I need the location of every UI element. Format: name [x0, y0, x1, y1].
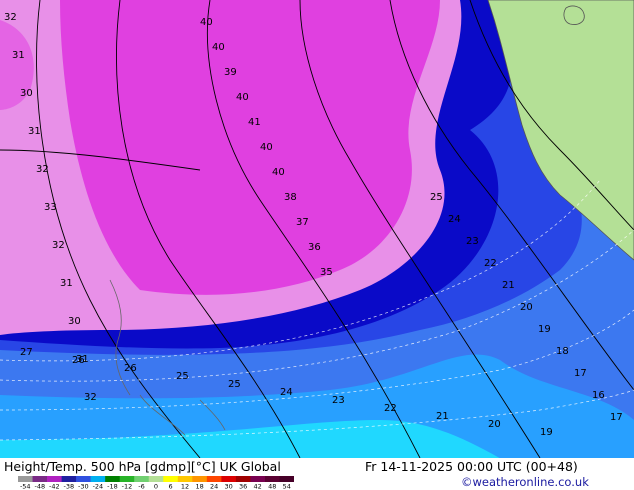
legend-swatch — [105, 476, 120, 482]
contour-label: 20 — [488, 419, 501, 430]
legend-tick-label: -38 — [64, 483, 75, 490]
color-scale-legend: -54 -48 -42 -38 -30 -24 -18 -12 -6 0 6 12 18 24 30 36 42… — [18, 476, 294, 489]
legend-tick-label: 6 — [168, 483, 172, 490]
contour-label: 24 — [448, 214, 461, 225]
legend-tick-label: -30 — [78, 483, 89, 490]
contour-label: 17 — [574, 368, 587, 379]
legend-swatch — [90, 476, 106, 482]
legend-swatch — [235, 476, 251, 482]
contour-label: 30 — [20, 88, 33, 99]
contour-label: 21 — [436, 411, 449, 422]
legend-tick-label: 36 — [239, 483, 247, 490]
legend-swatch — [221, 476, 237, 482]
contour-label: 32 — [36, 164, 49, 175]
contour-label: 40 — [212, 42, 225, 53]
contour-label: 31 — [60, 278, 73, 289]
contour-label: 23 — [332, 395, 345, 406]
legend-swatch — [119, 476, 135, 482]
contour-label: 37 — [296, 217, 309, 228]
contour-label: 25 — [176, 371, 189, 382]
legend-tick-label: 0 — [154, 483, 158, 490]
contour-label: 40 — [200, 17, 213, 28]
contour-label: 18 — [556, 346, 569, 357]
contour-label: 30 — [68, 316, 81, 327]
legend-swatch — [148, 476, 164, 482]
legend-tick-label: -42 — [49, 483, 60, 490]
legend-swatch — [163, 476, 179, 482]
contour-label: 41 — [248, 117, 261, 128]
legend-swatch — [76, 476, 91, 482]
contour-label: 35 — [320, 267, 333, 278]
weather-map: 3231303132333231303132404039404140403837… — [0, 0, 634, 458]
contour-label: 20 — [520, 302, 533, 313]
legend-tick-label: -54 — [20, 483, 31, 490]
contour-label: 26 — [124, 363, 137, 374]
footer-bar: Height/Temp. 500 hPa [gdmp][°C] UK Globa… — [0, 458, 634, 490]
legend-swatch — [47, 476, 62, 482]
legend-swatch — [206, 476, 222, 482]
contour-label: 32 — [52, 240, 65, 251]
contour-label: 24 — [280, 387, 293, 398]
contour-label: 16 — [592, 390, 605, 401]
contour-label: 21 — [502, 280, 515, 291]
legend-swatch — [264, 476, 280, 482]
legend-tick-label: 18 — [195, 483, 203, 490]
legend-swatch — [61, 476, 77, 482]
legend-tick-label: 48 — [268, 483, 276, 490]
contour-label: 17 — [610, 412, 623, 423]
contour-label: 40 — [236, 92, 249, 103]
legend-tick-label: -12 — [122, 483, 133, 490]
legend-swatch — [134, 476, 150, 482]
contour-label: 31 — [28, 126, 41, 137]
map-datetime: Fr 14-11-2025 00:00 UTC (00+48) — [365, 459, 578, 474]
contour-label: 38 — [284, 192, 297, 203]
legend-tick-label: -48 — [34, 483, 45, 490]
contour-label: 22 — [384, 403, 397, 414]
legend-tick-label: -6 — [138, 483, 144, 490]
legend-tick-label: 12 — [181, 483, 189, 490]
map-title: Height/Temp. 500 hPa [gdmp][°C] UK Globa… — [4, 459, 281, 474]
contour-label: 36 — [308, 242, 321, 253]
credit-link[interactable]: ©weatheronline.co.uk — [461, 475, 589, 489]
contour-label: 40 — [260, 142, 273, 153]
island-small — [563, 5, 585, 25]
legend-swatch — [279, 476, 294, 482]
legend-tick-label: -24 — [93, 483, 104, 490]
legend-swatch — [177, 476, 193, 482]
legend-swatch — [18, 476, 33, 482]
contour-label: 26 — [72, 355, 85, 366]
legend-swatch — [32, 476, 48, 482]
contour-label: 25 — [430, 192, 443, 203]
contour-label: 31 — [12, 50, 25, 61]
contour-label: 19 — [538, 324, 551, 335]
legend-tick-label: 54 — [283, 483, 291, 490]
contour-label: 39 — [224, 67, 237, 78]
contour-label: 32 — [4, 12, 17, 23]
contour-label: 27 — [20, 347, 33, 358]
contour-label: 25 — [228, 379, 241, 390]
contour-label: 19 — [540, 427, 553, 438]
legend-swatch — [192, 476, 208, 482]
legend-tick-label: 24 — [210, 483, 218, 490]
contour-label: 40 — [272, 167, 285, 178]
legend-tick-label: 30 — [224, 483, 232, 490]
legend-tick-label: -18 — [107, 483, 118, 490]
legend-tick-label: 42 — [254, 483, 262, 490]
contour-label: 32 — [84, 392, 97, 403]
contour-label: 22 — [484, 258, 497, 269]
contour-label: 23 — [466, 236, 479, 247]
legend-swatch — [250, 476, 266, 482]
contour-label: 33 — [44, 202, 57, 213]
